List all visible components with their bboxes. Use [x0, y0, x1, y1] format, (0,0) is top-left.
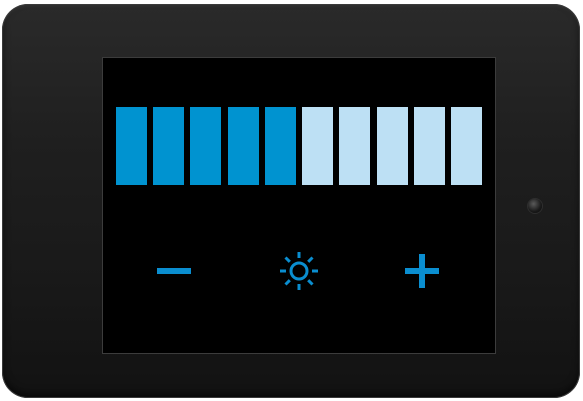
sun-icon [280, 252, 318, 290]
plus-icon [405, 254, 439, 288]
minus-icon [157, 268, 191, 274]
brightness-segment-on[interactable] [227, 107, 259, 185]
decrease-brightness-button[interactable] [149, 246, 199, 296]
brightness-level-meter [116, 107, 482, 185]
brightness-segment-off[interactable] [302, 107, 334, 185]
brightness-segment-on[interactable] [116, 107, 147, 185]
brightness-segment-off[interactable] [413, 107, 445, 185]
brightness-segment-on[interactable] [153, 107, 185, 185]
brightness-segment-on[interactable] [264, 107, 296, 185]
display-screen [103, 58, 495, 353]
increase-brightness-button[interactable] [397, 246, 447, 296]
brightness-segment-off[interactable] [339, 107, 371, 185]
brightness-segment-off[interactable] [376, 107, 408, 185]
brightness-segment-off[interactable] [450, 107, 482, 185]
ambient-light-sensor [528, 199, 542, 213]
brightness-controls [103, 246, 495, 296]
touch-panel-device [2, 4, 580, 398]
brightness-segment-on[interactable] [190, 107, 222, 185]
brightness-button[interactable] [274, 246, 324, 296]
